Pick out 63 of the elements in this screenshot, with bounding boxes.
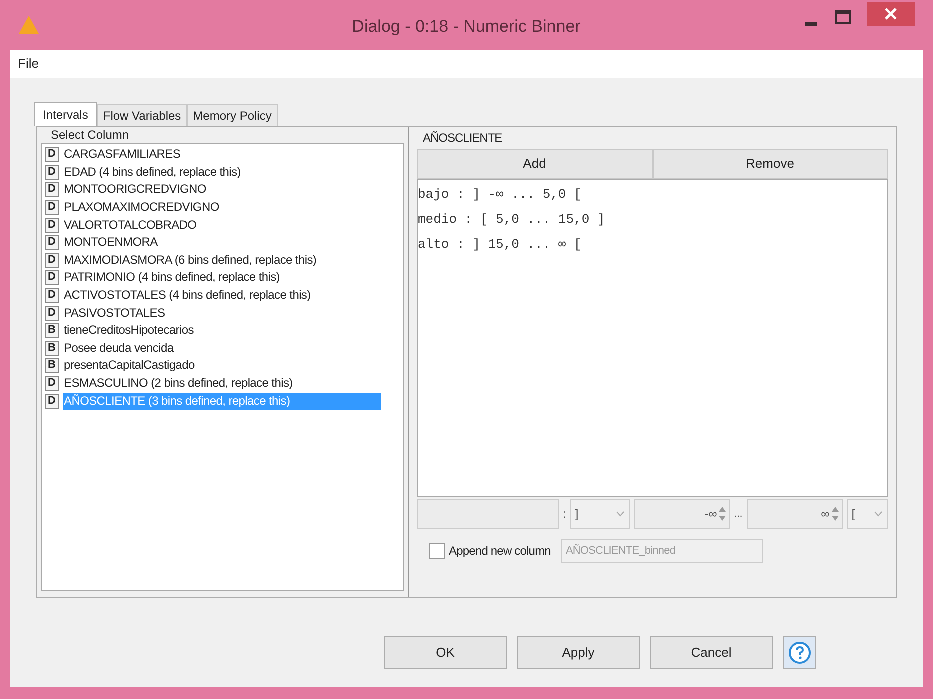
list-item[interactable]: EDAD (4 bins defined, replace this): [63, 164, 381, 181]
button[interactable]: Remove: [652, 149, 888, 179]
warning-icon: [18, 15, 40, 35]
dropdown[interactable]: ]: [570, 499, 630, 529]
list-item[interactable]: presentaCapitalCastigado: [63, 357, 381, 374]
chevron-down-icon: [616, 511, 626, 517]
interval-item[interactable]: medio : [ 5,0 ... 15,0 ]: [418, 209, 887, 234]
list-item[interactable]: PATRIMONIO (4 bins defined, replace this): [63, 269, 381, 286]
type-icon: D: [45, 288, 59, 304]
type-icon: B: [45, 340, 59, 356]
help-button[interactable]: [783, 636, 816, 669]
interval-item[interactable]: alto : ] 15,0 ... ∞ [: [418, 234, 887, 259]
interval-item[interactable]: bajo : ] -∞ ... 5,0 [: [418, 184, 887, 209]
type-icon: D: [45, 394, 59, 409]
menu-item[interactable]: File: [12, 54, 45, 74]
list-item[interactable]: ACTIVOSTOTALES (4 bins defined, replace this): [63, 287, 381, 304]
button[interactable]: Cancel: [650, 636, 773, 669]
type-icon: D: [45, 182, 59, 198]
list-item[interactable]: CARGASFAMILIARES: [63, 146, 381, 164]
separator-label: ...: [734, 508, 743, 522]
help-icon: [788, 642, 810, 664]
type-icon: D: [45, 235, 59, 250]
list-item[interactable]: ESMASCULINO (2 bins defined, replace this): [63, 375, 381, 392]
panel-title: Select Column: [51, 127, 130, 143]
close-button[interactable]: [867, 2, 915, 26]
tab[interactable]: Intervals: [34, 102, 98, 126]
window-title: Dialog - 0:18 - Numeric Binner: [351, 16, 582, 38]
type-icon: D: [45, 147, 59, 162]
list-item[interactable]: MONTOENMORA: [63, 234, 381, 252]
number-spinner[interactable]: -∞: [634, 499, 730, 529]
list-item[interactable]: VALORTOTALCOBRADO: [63, 216, 381, 234]
type-icon: B: [45, 323, 59, 338]
input-field[interactable]: [417, 499, 559, 529]
spinner-arrows-icon: [832, 506, 839, 522]
dropdown[interactable]: [: [846, 499, 888, 529]
button[interactable]: OK: [384, 636, 507, 669]
type-icon: D: [45, 200, 59, 216]
number-spinner[interactable]: ∞: [746, 499, 843, 529]
type-icon: B: [45, 358, 59, 374]
list-item[interactable]: Posee deuda vencida: [63, 340, 381, 357]
close-icon: [885, 8, 897, 20]
list-item[interactable]: PLAXOMAXIMOCREDVIGNO: [63, 199, 381, 216]
list-item[interactable]: MONTOORIGCREDVIGNO: [63, 181, 381, 198]
tab[interactable]: Flow Variables: [97, 104, 188, 126]
maximize-icon[interactable]: [835, 10, 851, 24]
type-icon: D: [45, 164, 59, 180]
type-icon: D: [45, 306, 59, 321]
list-item[interactable]: tieneCreditosHipotecarios: [63, 322, 381, 340]
button[interactable]: Add: [417, 149, 652, 179]
panel-title: AÑOSCLIENTE: [423, 130, 504, 147]
checkbox[interactable]: [429, 543, 445, 559]
colon-label: :: [563, 506, 566, 523]
spinner-arrows-icon: [719, 506, 726, 522]
type-icon: D: [45, 252, 59, 268]
type-icon: D: [45, 270, 59, 286]
checkbox-label: Append new column: [449, 543, 551, 560]
tab[interactable]: Memory Policy: [187, 104, 278, 126]
type-icon: D: [45, 376, 59, 392]
type-icon: D: [45, 218, 59, 233]
list-item[interactable]: PASIVOSTOTALES: [63, 304, 381, 322]
chevron-down-icon: [874, 511, 883, 517]
list-item[interactable]: MAXIMODIASMORA (6 bins defined, replace this): [63, 252, 381, 269]
button[interactable]: Apply: [517, 636, 640, 669]
